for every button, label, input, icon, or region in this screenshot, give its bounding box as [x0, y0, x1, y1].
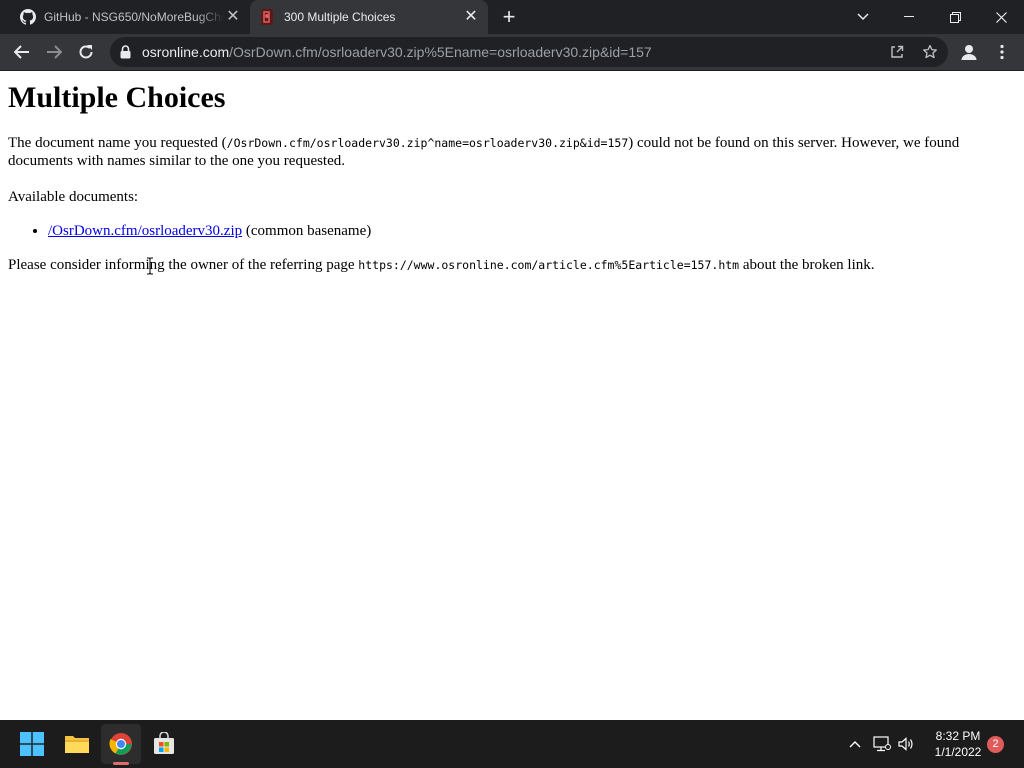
lock-icon[interactable]: [120, 45, 131, 64]
referring-page-url: https://www.osronline.com/article.cfm%5E…: [358, 258, 740, 272]
document-note: (common basename): [242, 223, 372, 239]
window-controls: [840, 0, 1024, 34]
footer-text-after: about the broken link.: [739, 257, 875, 273]
close-tab-icon[interactable]: ✕: [462, 8, 480, 26]
kebab-menu-icon[interactable]: [988, 38, 1016, 66]
list-item: /OsrDown.cfm/osrloaderv30.zip (common ba…: [48, 222, 1016, 240]
chrome-icon[interactable]: [101, 724, 141, 764]
text-cursor-icon: [146, 257, 154, 275]
profile-avatar-icon[interactable]: [955, 38, 983, 66]
url-host: osronline.com: [142, 44, 230, 60]
available-documents-label: Available documents:: [8, 189, 139, 205]
tab-title: 300 Multiple Choices: [284, 10, 396, 24]
share-icon[interactable]: [887, 42, 907, 62]
windows-start-icon[interactable]: [12, 724, 52, 764]
url-text[interactable]: osronline.com/OsrDown.cfm/osrloaderv30.z…: [142, 37, 652, 67]
reload-icon[interactable]: [72, 38, 100, 66]
back-icon[interactable]: [8, 38, 36, 66]
new-tab-icon[interactable]: +: [498, 6, 520, 29]
system-clock[interactable]: 8:32 PM 1/1/2022: [928, 728, 988, 760]
footer-paragraph: Please consider informing the owner of t…: [8, 256, 1016, 274]
clock-time: 8:32 PM: [935, 729, 981, 743]
osr-favicon-icon: [260, 9, 274, 25]
tab-strip: GitHub - NSG650/NoMoreBugCheck ✕ 300 Mul…: [0, 0, 1024, 34]
requested-path: /OsrDown.cfm/osrloaderv30.zip^name=osrlo…: [226, 136, 629, 150]
github-icon: [20, 9, 36, 25]
file-explorer-icon[interactable]: [57, 724, 97, 764]
tab-title: GitHub - NSG650/NoMoreBugCheck: [44, 10, 224, 24]
network-icon[interactable]: [872, 734, 892, 754]
minimize-icon[interactable]: [886, 0, 932, 34]
notification-badge[interactable]: 2: [987, 736, 1004, 753]
page-content: Multiple Choices The document name you r…: [0, 71, 1024, 720]
tab-multiple-choices[interactable]: 300 Multiple Choices ✕: [250, 0, 488, 34]
forward-icon[interactable]: [40, 38, 68, 66]
active-app-indicator: [113, 762, 129, 765]
document-list: /OsrDown.cfm/osrloaderv30.zip (common ba…: [8, 222, 1016, 240]
footer-text-before: Please consider informing the owner of t…: [8, 257, 359, 273]
taskbar: 8:32 PM 1/1/2022: [0, 720, 1024, 768]
tab-search-icon[interactable]: [840, 0, 886, 34]
volume-icon[interactable]: [896, 734, 916, 754]
browser-toolbar: osronline.com/OsrDown.cfm/osrloaderv30.z…: [0, 34, 1024, 71]
clock-date: 1/1/2022: [934, 745, 982, 759]
address-bar[interactable]: osronline.com/OsrDown.cfm/osrloaderv30.z…: [110, 37, 948, 67]
restore-icon[interactable]: [932, 0, 978, 34]
intro-text-before: The document name you requested (: [8, 135, 227, 151]
page-title: Multiple Choices: [8, 81, 226, 114]
close-tab-icon[interactable]: ✕: [224, 8, 242, 26]
bookmark-star-icon[interactable]: [920, 42, 940, 62]
document-link[interactable]: /OsrDown.cfm/osrloaderv30.zip: [48, 223, 242, 239]
intro-paragraph: The document name you requested (/OsrDow…: [8, 134, 1016, 170]
chevron-up-icon[interactable]: [845, 734, 865, 754]
close-window-icon[interactable]: [978, 0, 1024, 34]
tab-github[interactable]: GitHub - NSG650/NoMoreBugCheck ✕: [12, 0, 248, 34]
url-path: /OsrDown.cfm/osrloaderv30.zip%5Ename=osr…: [229, 44, 652, 60]
microsoft-store-icon[interactable]: [144, 724, 184, 764]
